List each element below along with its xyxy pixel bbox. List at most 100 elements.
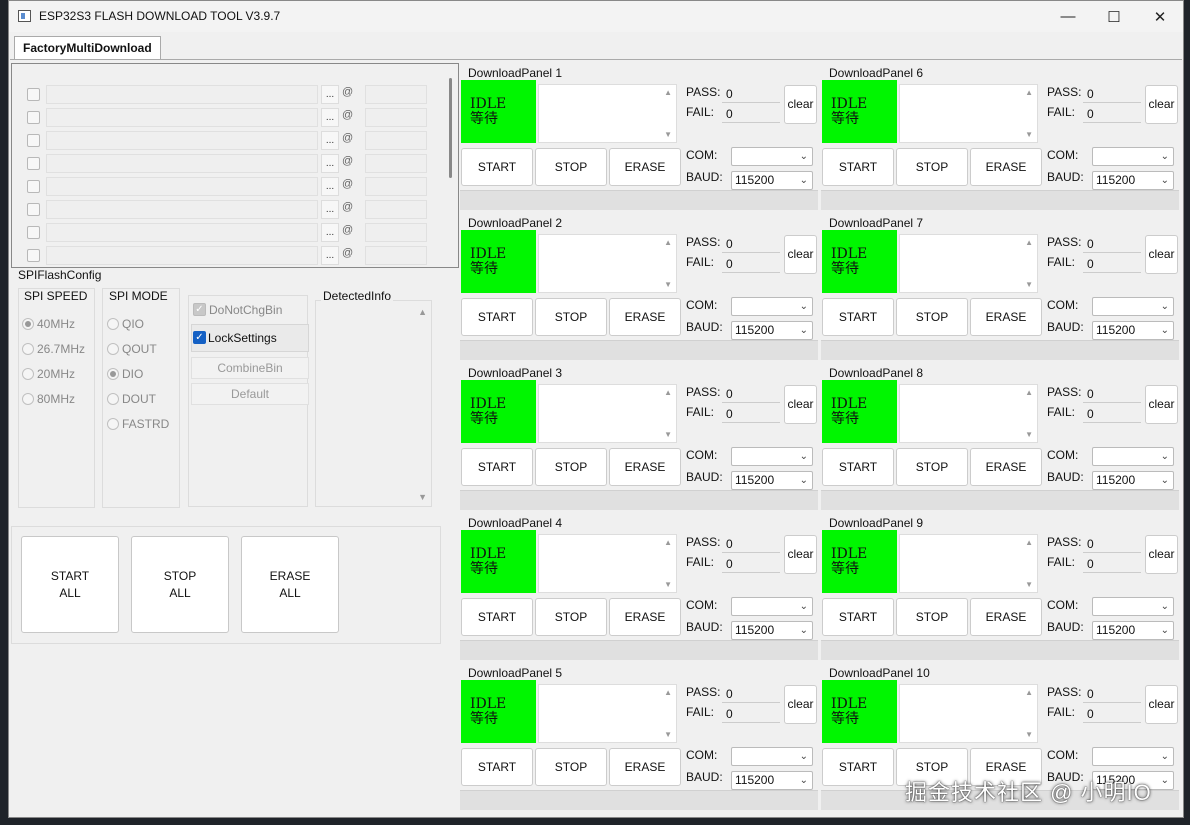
- start-button[interactable]: START: [461, 148, 533, 186]
- stop-button[interactable]: STOP: [535, 448, 607, 486]
- flash-address-input[interactable]: [365, 108, 427, 127]
- minimize-button[interactable]: —: [1045, 1, 1091, 32]
- scroll-down-icon[interactable]: ▼: [418, 492, 427, 502]
- clear-button[interactable]: clear: [1145, 685, 1178, 724]
- com-port-select[interactable]: ⌄: [1092, 597, 1174, 616]
- speed-radio[interactable]: [22, 318, 34, 330]
- baud-select[interactable]: 115200 ⌄: [1092, 321, 1174, 340]
- file-enable-checkbox[interactable]: [27, 88, 40, 101]
- browse-file-button[interactable]: ...: [321, 223, 339, 242]
- baud-select[interactable]: 115200 ⌄: [731, 621, 813, 640]
- stop-all-button[interactable]: STOP ALL: [131, 536, 229, 633]
- com-port-select[interactable]: ⌄: [731, 147, 813, 166]
- file-enable-checkbox[interactable]: [27, 157, 40, 170]
- log-output[interactable]: ▲ ▼: [538, 234, 677, 293]
- default-button[interactable]: Default: [191, 383, 309, 405]
- log-output[interactable]: ▲ ▼: [899, 384, 1038, 443]
- scroll-down-icon[interactable]: ▼: [664, 730, 672, 739]
- start-button[interactable]: START: [822, 448, 894, 486]
- scroll-up-icon[interactable]: ▲: [664, 88, 672, 97]
- speed-radio[interactable]: [22, 343, 34, 355]
- browse-file-button[interactable]: ...: [321, 154, 339, 173]
- speed-radio[interactable]: [22, 368, 34, 380]
- scroll-up-icon[interactable]: ▲: [664, 688, 672, 697]
- clear-button[interactable]: clear: [1145, 85, 1178, 124]
- clear-button[interactable]: clear: [1145, 535, 1178, 574]
- maximize-button[interactable]: ☐: [1091, 1, 1137, 32]
- clear-button[interactable]: clear: [1145, 235, 1178, 274]
- clear-button[interactable]: clear: [784, 235, 817, 274]
- flash-address-input[interactable]: [365, 85, 427, 104]
- browse-file-button[interactable]: ...: [321, 246, 339, 265]
- mode-radio[interactable]: [107, 393, 119, 405]
- mode-radio[interactable]: [107, 368, 119, 380]
- com-port-select[interactable]: ⌄: [1092, 447, 1174, 466]
- file-path-input[interactable]: [46, 177, 318, 196]
- baud-select[interactable]: 115200 ⌄: [731, 771, 813, 790]
- scroll-up-icon[interactable]: ▲: [664, 238, 672, 247]
- flash-address-input[interactable]: [365, 154, 427, 173]
- log-output[interactable]: ▲ ▼: [538, 384, 677, 443]
- speed-radio[interactable]: [22, 393, 34, 405]
- stop-button[interactable]: STOP: [896, 148, 968, 186]
- baud-select[interactable]: 115200 ⌄: [731, 171, 813, 190]
- baud-select[interactable]: 115200 ⌄: [731, 471, 813, 490]
- file-path-input[interactable]: [46, 223, 318, 242]
- com-port-select[interactable]: ⌄: [731, 297, 813, 316]
- file-list-scrollbar[interactable]: [449, 78, 452, 178]
- file-enable-checkbox[interactable]: [27, 111, 40, 124]
- scroll-up-icon[interactable]: ▲: [664, 388, 672, 397]
- do-not-chg-bin-checkbox[interactable]: ✓: [193, 303, 206, 316]
- file-enable-checkbox[interactable]: [27, 180, 40, 193]
- stop-button[interactable]: STOP: [896, 448, 968, 486]
- start-button[interactable]: START: [822, 748, 894, 786]
- flash-address-input[interactable]: [365, 223, 427, 242]
- scroll-up-icon[interactable]: ▲: [1025, 538, 1033, 547]
- file-path-input[interactable]: [46, 108, 318, 127]
- scroll-down-icon[interactable]: ▼: [1025, 280, 1033, 289]
- scroll-up-icon[interactable]: ▲: [1025, 688, 1033, 697]
- scroll-down-icon[interactable]: ▼: [664, 580, 672, 589]
- stop-button[interactable]: STOP: [535, 598, 607, 636]
- start-button[interactable]: START: [461, 448, 533, 486]
- mode-radio[interactable]: [107, 318, 119, 330]
- file-enable-checkbox[interactable]: [27, 226, 40, 239]
- scroll-down-icon[interactable]: ▼: [664, 130, 672, 139]
- log-output[interactable]: ▲ ▼: [538, 534, 677, 593]
- file-path-input[interactable]: [46, 131, 318, 150]
- start-button[interactable]: START: [822, 598, 894, 636]
- start-button[interactable]: START: [461, 298, 533, 336]
- com-port-select[interactable]: ⌄: [1092, 147, 1174, 166]
- mode-radio[interactable]: [107, 343, 119, 355]
- clear-button[interactable]: clear: [784, 685, 817, 724]
- file-enable-checkbox[interactable]: [27, 134, 40, 147]
- browse-file-button[interactable]: ...: [321, 177, 339, 196]
- flash-address-input[interactable]: [365, 177, 427, 196]
- start-button[interactable]: START: [461, 748, 533, 786]
- baud-select[interactable]: 115200 ⌄: [1092, 171, 1174, 190]
- file-path-input[interactable]: [46, 154, 318, 173]
- scroll-down-icon[interactable]: ▼: [1025, 730, 1033, 739]
- erase-button[interactable]: ERASE: [609, 148, 681, 186]
- scroll-up-icon[interactable]: ▲: [1025, 88, 1033, 97]
- scroll-up-icon[interactable]: ▲: [1025, 238, 1033, 247]
- log-output[interactable]: ▲ ▼: [899, 84, 1038, 143]
- start-all-button[interactable]: START ALL: [21, 536, 119, 633]
- browse-file-button[interactable]: ...: [321, 200, 339, 219]
- baud-select[interactable]: 115200 ⌄: [1092, 471, 1174, 490]
- log-output[interactable]: ▲ ▼: [538, 684, 677, 743]
- browse-file-button[interactable]: ...: [321, 108, 339, 127]
- combine-bin-button[interactable]: CombineBin: [191, 357, 309, 379]
- scroll-down-icon[interactable]: ▼: [1025, 130, 1033, 139]
- com-port-select[interactable]: ⌄: [1092, 297, 1174, 316]
- browse-file-button[interactable]: ...: [321, 131, 339, 150]
- scroll-down-icon[interactable]: ▼: [1025, 430, 1033, 439]
- stop-button[interactable]: STOP: [535, 748, 607, 786]
- scroll-up-icon[interactable]: ▲: [664, 538, 672, 547]
- close-button[interactable]: ✕: [1137, 1, 1183, 32]
- com-port-select[interactable]: ⌄: [731, 747, 813, 766]
- com-port-select[interactable]: ⌄: [731, 597, 813, 616]
- flash-address-input[interactable]: [365, 131, 427, 150]
- erase-button[interactable]: ERASE: [609, 598, 681, 636]
- baud-select[interactable]: 115200 ⌄: [731, 321, 813, 340]
